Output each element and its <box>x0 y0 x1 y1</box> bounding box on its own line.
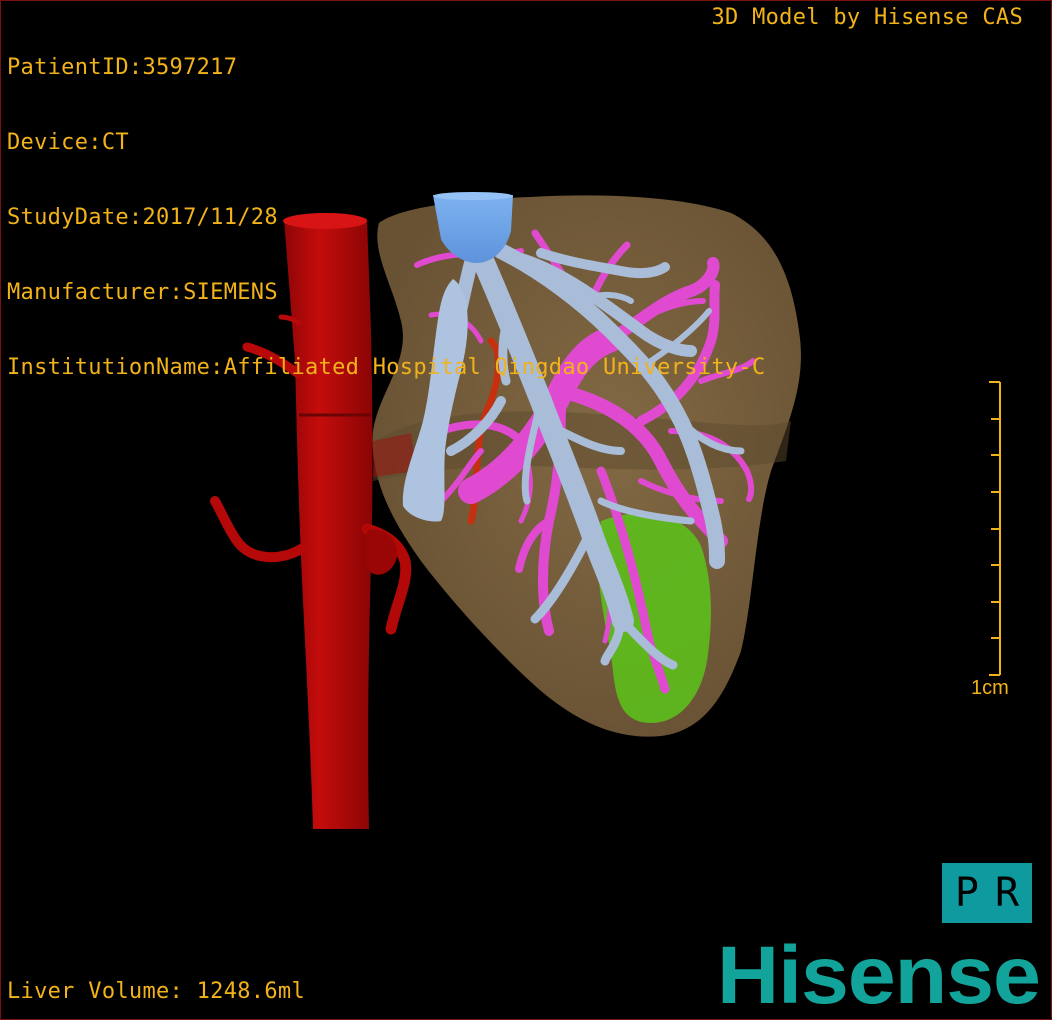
orientation-indicator[interactable]: P R <box>942 863 1032 923</box>
liver-volume-text: Liver Volume: 1248.6ml <box>7 979 305 1004</box>
study-info-block: PatientID:3597217 Device:CT StudyDate:20… <box>7 5 766 430</box>
orientation-letter-left: P <box>954 870 979 916</box>
scale-bar-label: 1cm <box>971 677 1009 699</box>
artery-branch-lower <box>210 496 306 563</box>
device-text: Device:CT <box>7 130 129 155</box>
viewer-frame: PatientID:3597217 Device:CT StudyDate:20… <box>0 0 1052 1020</box>
orientation-letter-right: R <box>995 870 1020 916</box>
patient-id-text: PatientID:3597217 <box>7 55 238 80</box>
institution-text: InstitutionName:Affiliated Hospital Qing… <box>7 355 766 380</box>
hisense-logo: Hisense <box>717 930 1041 1020</box>
study-date-text: StudyDate:2017/11/28 <box>7 205 278 230</box>
model-label: 3D Model by Hisense CAS <box>711 5 1023 30</box>
scale-bar <box>989 381 1001 676</box>
manufacturer-text: Manufacturer:SIEMENS <box>7 280 278 305</box>
